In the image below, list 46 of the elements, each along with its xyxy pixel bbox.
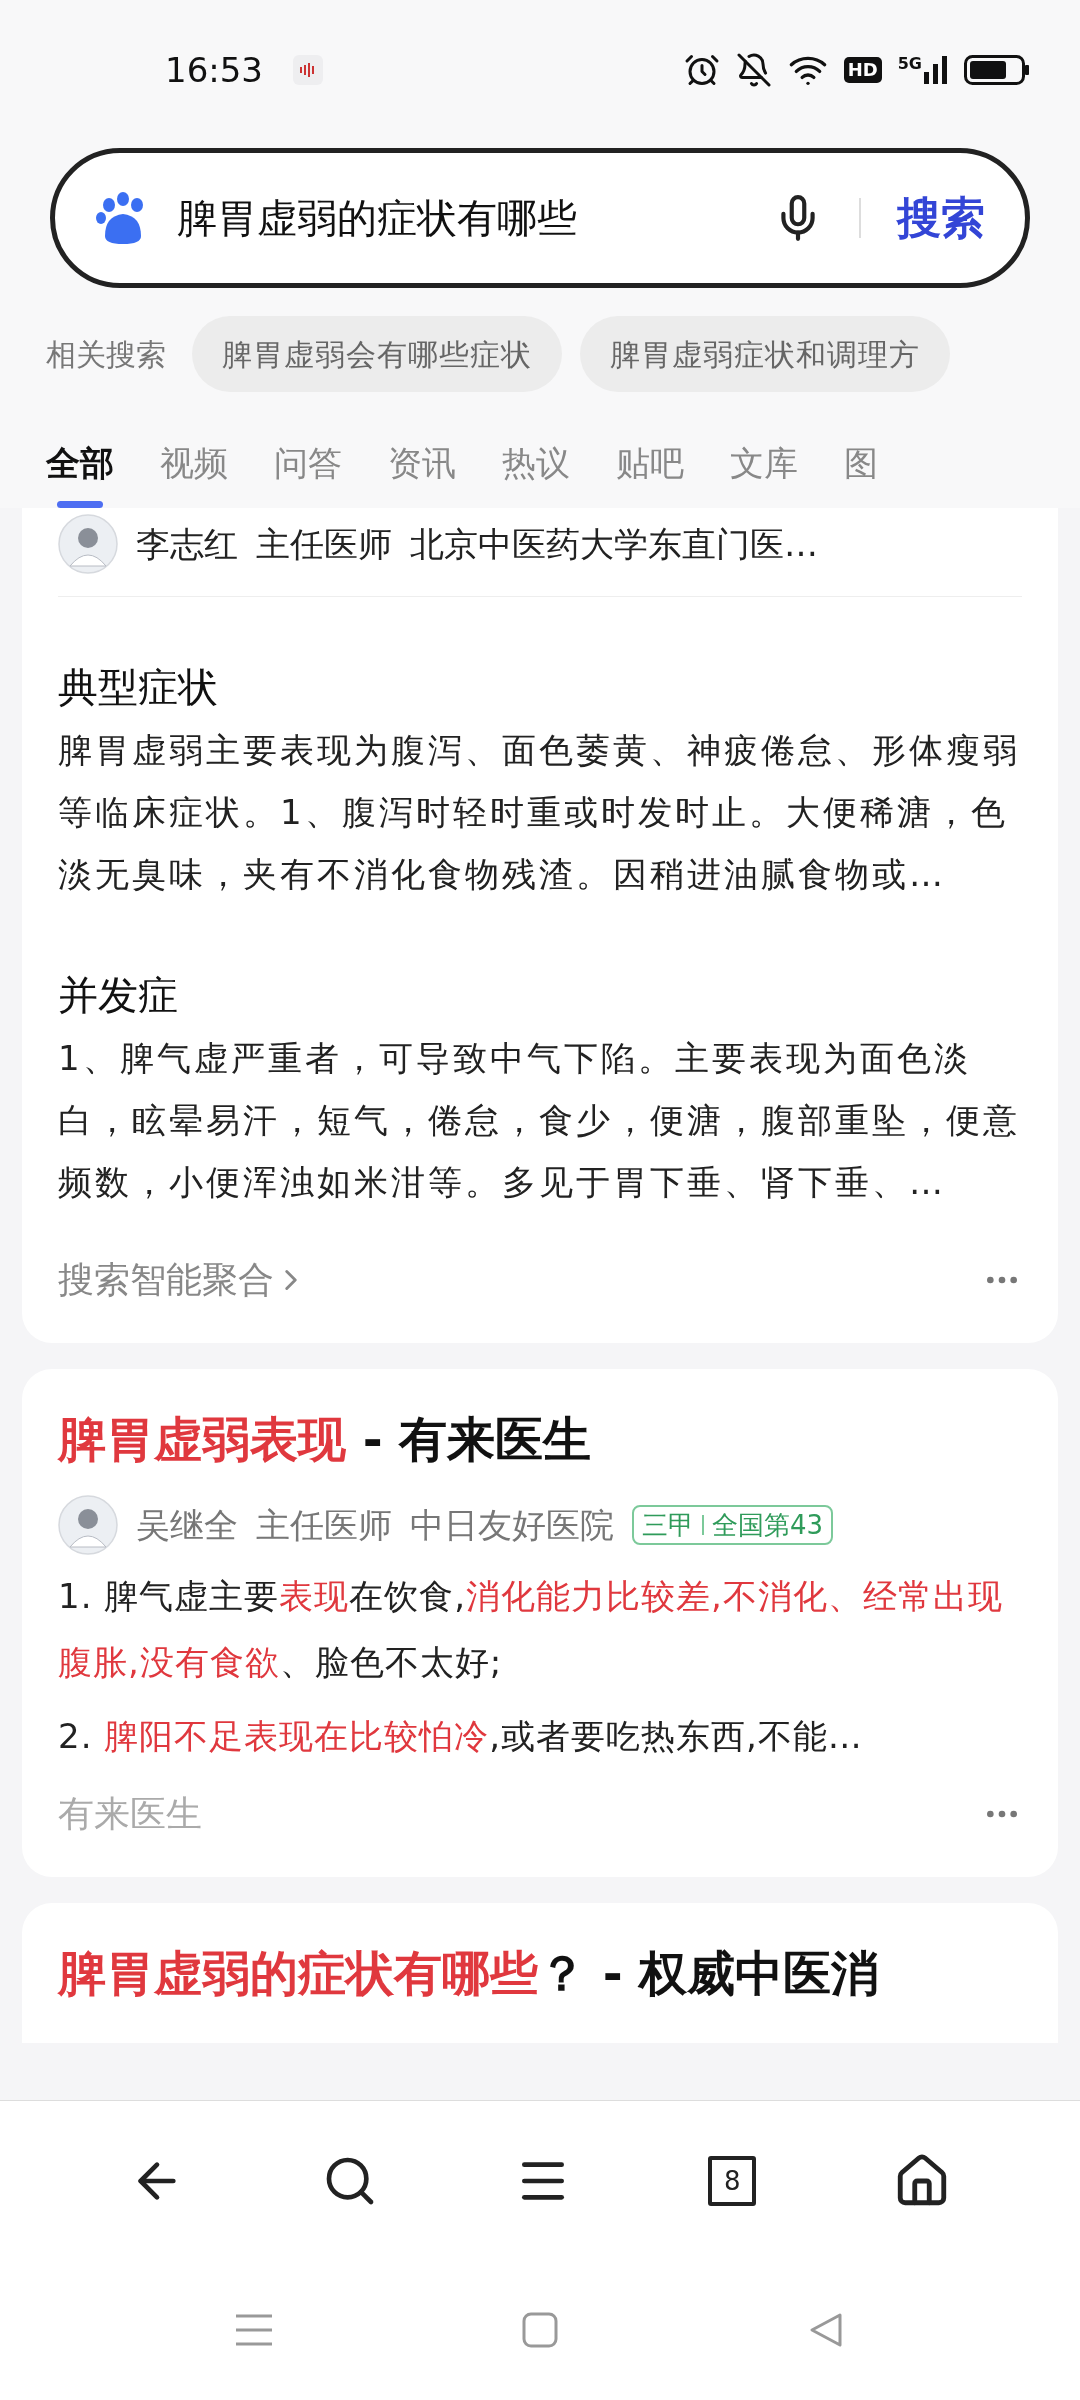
category-tab[interactable]: 文库 [730,418,798,508]
badge-text: 全国第43 [712,1509,824,1542]
aggregate-link[interactable]: 搜索智能聚合 [58,1253,308,1307]
category-tab[interactable]: 视频 [160,418,228,508]
back-triangle-icon[interactable] [808,2312,844,2348]
result-text: 2. 脾阳不足表现在比较怕冷,或者要吃热东西,不能… [58,1715,864,1758]
category-tab[interactable]: 热议 [502,418,570,508]
category-tab[interactable]: 问答 [274,418,342,508]
doctor-name: 吴继全 [136,1503,238,1547]
result-title[interactable]: 脾胃虚弱表现 - 有来医生 [58,1409,1022,1469]
result-title[interactable]: 脾胃虚弱的症状有哪些？ - 权威中医消 [58,1943,1022,2003]
battery-icon [964,55,1030,85]
related-chip[interactable]: 脾胃虚弱会有哪些症状 [192,316,562,392]
network-type: 5G [897,56,922,72]
doctor-name: 李志红 [136,522,238,566]
recent-apps-icon[interactable] [236,2312,272,2348]
result-text: 1. 脾气虚主要表现在饮食,消化能力比较差,不消化、经常出现腹胀,没有食欲、脸色不太好; [58,1575,1004,1684]
hospital-name: 北京中医药大学东直门医… [410,522,818,566]
category-tab[interactable]: 全部 [46,418,114,508]
badge-text: 三甲 [642,1509,694,1542]
doctor-title: 主任医师 [256,1503,392,1547]
search-query: 脾胃虚弱的症状有哪些 [177,194,578,243]
signal-icon [924,56,948,84]
hd-badge: HD [843,57,882,83]
search-button[interactable]: 搜索 [897,185,985,251]
related-chip[interactable]: 脾胃虚弱症状和调理方 [580,316,950,392]
category-tab[interactable]: 资讯 [388,418,456,508]
search-bar[interactable]: 脾胃虚弱的症状有哪些 搜索 [50,148,1030,288]
category-tab[interactable]: 贴吧 [616,418,684,508]
section-heading: 并发症 [58,971,179,1020]
hospital-name: 中日友好医院 [410,1503,614,1547]
related-label: 相关搜索 [46,335,166,374]
source-name: 有来医生 [58,1792,202,1836]
avatar-icon [58,514,118,574]
mute-icon [735,52,772,88]
home-square-icon[interactable] [522,2312,558,2348]
status-time: 16:53 [165,48,263,92]
section-heading: 典型症状 [58,663,219,712]
tab-count-button[interactable]: 8 [708,2155,757,2206]
avatar-icon [58,1495,118,1555]
sound-wave-icon [293,55,323,85]
section-text: 脾胃虚弱主要表现为腹泻、面色萎黄、神疲倦怠、形体瘦弱等临床症状。1、腹泻时轻时重或时发时止。大便稀溏，色淡无臭味，夹有不消化食物残渣。因稍进油腻食物或… [58,729,1021,896]
section-text: 1、脾气虚严重者，可导致中气下陷。主要表现为面色淡白，眩晕易汗，短气，倦怠，食少，便溏，腹部重坠，便意频数，小便浑浊如米泔等。多见于胃下垂、肾下垂、… [58,1037,1021,1204]
category-tab[interactable]: 图 [844,418,878,508]
doctor-title: 主任医师 [256,522,392,566]
alarm-icon [683,52,720,88]
